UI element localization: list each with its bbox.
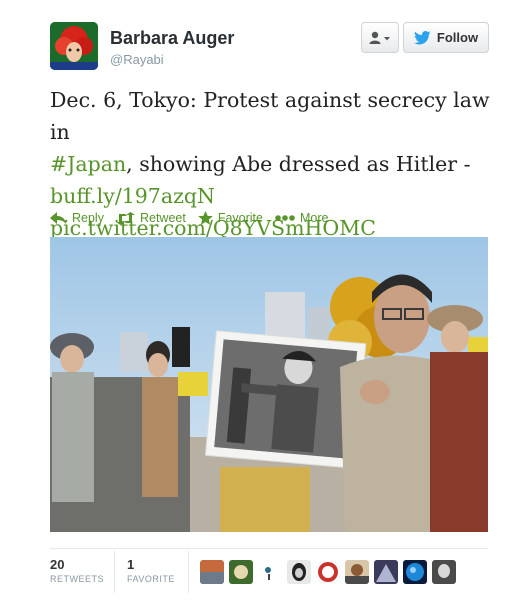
more-label: More bbox=[299, 211, 329, 225]
avatar[interactable] bbox=[345, 560, 369, 584]
tweet-photo[interactable] bbox=[50, 237, 488, 532]
tweet-actions: Reply Retweet Favorite More bbox=[50, 209, 340, 227]
retweeter-avatars bbox=[200, 560, 461, 584]
retweet-label: Retweet bbox=[139, 211, 186, 225]
user-screenname[interactable]: @Rayabi bbox=[110, 52, 164, 67]
reply-label: Reply bbox=[72, 211, 104, 225]
twitter-bird-icon bbox=[413, 30, 431, 44]
retweet-action[interactable]: Retweet bbox=[115, 211, 186, 225]
reply-icon bbox=[50, 211, 67, 224]
avatar[interactable] bbox=[374, 560, 398, 584]
favorite-star-icon bbox=[198, 211, 213, 225]
tweet-line-2: #Japan, showing Abe dressed as Hitler - bbox=[50, 148, 505, 180]
reply-action[interactable]: Reply bbox=[50, 211, 104, 225]
favorites-label: FAVORITE bbox=[127, 574, 175, 584]
avatar[interactable] bbox=[229, 560, 253, 584]
favorite-label: Favorite bbox=[217, 211, 263, 225]
stats-divider bbox=[50, 548, 488, 549]
avatar[interactable] bbox=[316, 560, 340, 584]
tweet-line-1: Dec. 6, Tokyo: Protest against secrecy l… bbox=[50, 88, 490, 144]
short-link[interactable]: buff.ly/197azqN bbox=[50, 180, 505, 212]
retweets-label: RETWEETS bbox=[50, 574, 105, 584]
retweets-count: 20 bbox=[50, 557, 65, 572]
tweet-line-2-text: , showing Abe dressed as Hitler - bbox=[126, 152, 471, 176]
stats-separator bbox=[114, 551, 115, 593]
user-dropdown-button[interactable] bbox=[361, 22, 399, 53]
hashtag-link[interactable]: #Japan bbox=[50, 152, 126, 176]
retweets-stat[interactable]: 20 RETWEETS bbox=[50, 557, 104, 584]
user-dropdown-icon bbox=[369, 31, 390, 44]
avatar[interactable] bbox=[287, 560, 311, 584]
favorite-action[interactable]: Favorite bbox=[198, 211, 263, 225]
avatar[interactable] bbox=[432, 560, 456, 584]
avatar[interactable] bbox=[200, 560, 224, 584]
favorites-count: 1 bbox=[127, 557, 135, 572]
favorites-stat[interactable]: 1 FAVORITE bbox=[127, 557, 175, 584]
stats-separator bbox=[188, 551, 189, 593]
avatar[interactable] bbox=[258, 560, 282, 584]
avatar[interactable] bbox=[403, 560, 427, 584]
tweet-header: Barbara Auger @Rayabi Follow bbox=[50, 22, 490, 70]
more-action[interactable]: More bbox=[275, 211, 328, 225]
more-dots-icon bbox=[275, 215, 295, 221]
follow-button[interactable]: Follow bbox=[403, 22, 489, 53]
user-fullname[interactable]: Barbara Auger bbox=[110, 28, 234, 49]
avatar[interactable] bbox=[50, 22, 98, 70]
follow-label: Follow bbox=[436, 30, 479, 45]
retweet-icon bbox=[115, 211, 135, 225]
